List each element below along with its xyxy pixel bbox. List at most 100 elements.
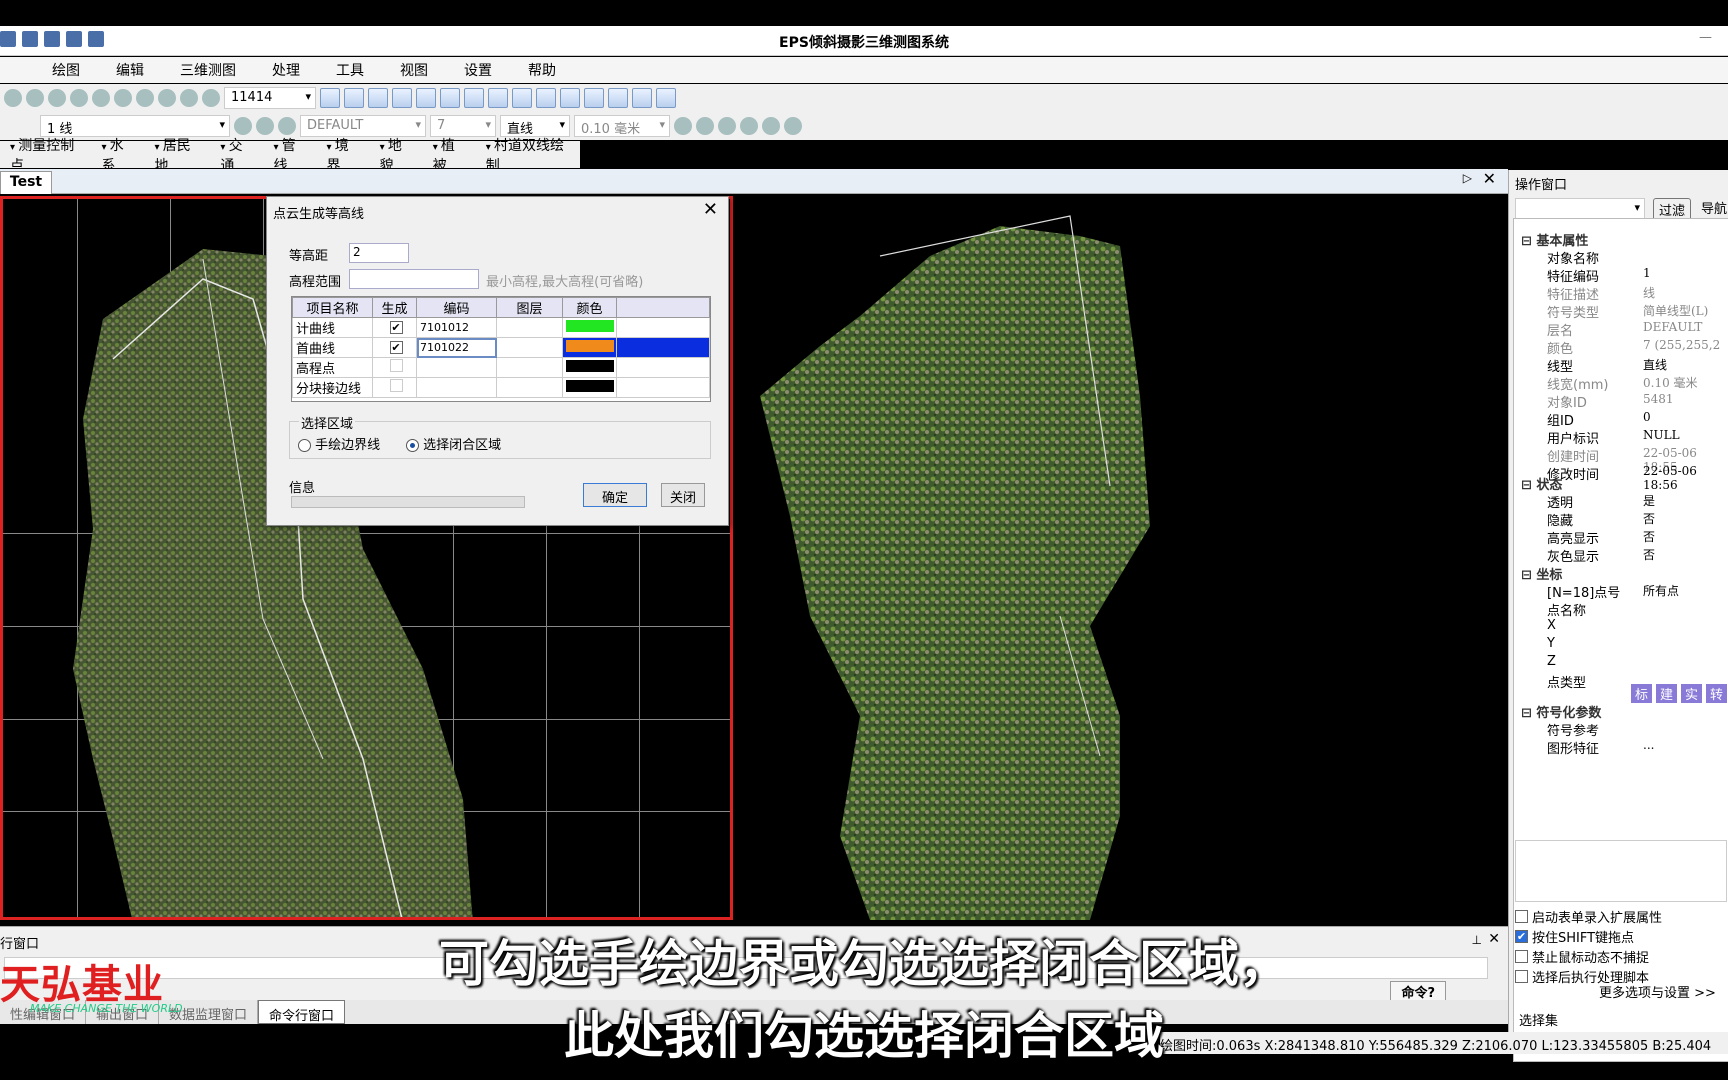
table-row[interactable]: 分块接边线 (292, 377, 710, 398)
row-code[interactable]: 7101022 (416, 337, 497, 358)
property-value[interactable]: 简单线型(L) (1643, 302, 1708, 319)
property-value[interactable]: 线 (1643, 284, 1655, 301)
point-type-button[interactable]: 转 (1706, 684, 1728, 703)
property-value[interactable]: 5481 (1643, 392, 1674, 406)
lock-icon[interactable] (278, 117, 296, 135)
zoom-window-icon[interactable] (114, 89, 132, 107)
loop-icon[interactable] (536, 88, 556, 108)
property-row[interactable]: 颜色 7 (255,255,2 (1521, 338, 1728, 357)
blocks-icon[interactable] (608, 88, 628, 108)
range-input[interactable] (349, 269, 479, 289)
minimize-icon[interactable]: — (1699, 30, 1712, 45)
zoom-out-icon[interactable] (70, 89, 88, 107)
point-type-button[interactable]: 实 (1681, 684, 1703, 703)
table-row[interactable]: 高程点 (292, 357, 710, 378)
menu-draw[interactable]: 绘图 (34, 60, 98, 80)
grid-view-4-icon[interactable] (392, 88, 412, 108)
property-row[interactable]: 点名称 (1521, 600, 1728, 619)
property-value[interactable]: 否 (1643, 528, 1655, 545)
code-combo[interactable]: 11414 (224, 87, 316, 109)
menu-3d-survey[interactable]: 三维测图 (162, 60, 254, 80)
undo-view-icon[interactable] (158, 89, 176, 107)
text-ab-icon[interactable] (632, 88, 652, 108)
property-value[interactable]: 是 (1643, 492, 1655, 509)
property-row[interactable]: 对象名称 (1521, 248, 1728, 267)
property-value[interactable]: 7 (255,255,2 (1643, 338, 1720, 352)
property-row[interactable]: 线宽(mm) 0.10 毫米 (1521, 374, 1728, 393)
tab-close-icon[interactable]: ✕ (1483, 169, 1496, 188)
table-row[interactable]: 首曲线 ✔ 7101022 (292, 337, 710, 358)
tab-test[interactable]: Test (0, 171, 52, 194)
cube-icon[interactable] (784, 117, 802, 135)
row-layer[interactable] (496, 357, 563, 378)
property-row[interactable]: 灰色显示 否 (1521, 546, 1728, 565)
option-row[interactable]: 启动表单录入扩展属性 (1515, 906, 1727, 926)
row-layer[interactable] (496, 317, 563, 338)
section-symbol[interactable]: ⊟ 符号化参数 (1521, 702, 1601, 721)
property-value[interactable]: 否 (1643, 510, 1655, 527)
dialog-close-icon[interactable]: ✕ (703, 199, 718, 220)
property-value[interactable]: DEFAULT (1643, 320, 1702, 334)
paste-icon[interactable] (48, 89, 66, 107)
radio-closed-region[interactable]: 选择闭合区域 (406, 434, 501, 453)
property-value[interactable]: 22-05-06 18:56 (1643, 464, 1728, 492)
menu-view[interactable]: 视图 (382, 60, 446, 80)
menu-help[interactable]: 帮助 (510, 60, 574, 80)
grid-view-icon[interactable] (320, 88, 340, 108)
points-icon[interactable] (560, 88, 580, 108)
property-row[interactable]: 创建时间 22-05-06 18:55 (1521, 446, 1728, 474)
generate-checkbox[interactable]: ✔ (389, 341, 403, 354)
lock-2-icon[interactable] (674, 117, 692, 135)
color-swatch[interactable] (566, 339, 614, 352)
menu-settings[interactable]: 设置 (446, 60, 510, 80)
menu-tools[interactable]: 工具 (318, 60, 382, 80)
doc-icon[interactable] (440, 88, 460, 108)
point-type-button[interactable]: 建 (1656, 684, 1678, 703)
row-code[interactable] (416, 357, 497, 378)
row-layer[interactable] (496, 377, 563, 398)
menu-edit[interactable]: 编辑 (98, 60, 162, 80)
color-swatch[interactable] (566, 319, 614, 332)
property-row[interactable]: 特征描述 线 (1521, 284, 1728, 303)
property-value[interactable]: 0 (1643, 410, 1651, 424)
map-view-3d[interactable] (740, 196, 1506, 920)
edit-icon[interactable] (718, 117, 736, 135)
pan-hand-icon[interactable] (136, 89, 154, 107)
row-layer[interactable] (496, 337, 563, 358)
property-value[interactable]: NULL (1643, 428, 1680, 442)
layers-icon[interactable] (234, 117, 252, 135)
cut-icon[interactable] (4, 89, 22, 107)
grid-view-2-icon[interactable] (344, 88, 364, 108)
interval-input[interactable]: 2 (349, 243, 409, 263)
color-swatch[interactable] (566, 379, 614, 392)
property-row[interactable]: 线型 直线 (1521, 356, 1728, 375)
menu-process[interactable]: 处理 (254, 60, 318, 80)
table-row[interactable]: 计曲线 ✔ 7101012 (292, 317, 710, 338)
sync-icon[interactable] (696, 117, 714, 135)
zoom-in-icon[interactable] (92, 89, 110, 107)
refresh-icon[interactable] (180, 89, 198, 107)
property-value[interactable]: 0.10 毫米 (1643, 374, 1698, 391)
id-icon[interactable] (416, 88, 436, 108)
close-button[interactable]: 关闭 (661, 483, 705, 507)
object-select-combo[interactable] (1515, 198, 1645, 220)
property-row[interactable]: Z (1521, 654, 1728, 672)
property-row[interactable]: [N=18]点号 所有点 (1521, 582, 1728, 601)
doc-3-icon[interactable] (488, 88, 508, 108)
section-coords[interactable]: ⊟ 坐标 (1521, 564, 1562, 583)
point-type-button[interactable]: 标 (1631, 684, 1653, 703)
property-row[interactable]: 用户标识 NULL (1521, 428, 1728, 447)
radio-closed-icon[interactable] (406, 439, 419, 452)
property-value[interactable]: 所有点 (1643, 582, 1679, 599)
radio-manual-icon[interactable] (298, 439, 311, 452)
ok-button[interactable]: 确定 (583, 483, 647, 507)
property-value[interactable]: ... (1643, 738, 1654, 752)
section-state[interactable]: ⊟ 状态 (1521, 474, 1562, 493)
grid-view-3-icon[interactable] (368, 88, 388, 108)
layer-icon[interactable] (202, 89, 220, 107)
property-row[interactable]: 图形特征... (1521, 738, 1728, 757)
property-value[interactable]: 否 (1643, 546, 1655, 563)
generate-checkbox[interactable] (389, 379, 403, 392)
doc-4-icon[interactable] (512, 88, 532, 108)
property-value[interactable]: 直线 (1643, 356, 1667, 373)
